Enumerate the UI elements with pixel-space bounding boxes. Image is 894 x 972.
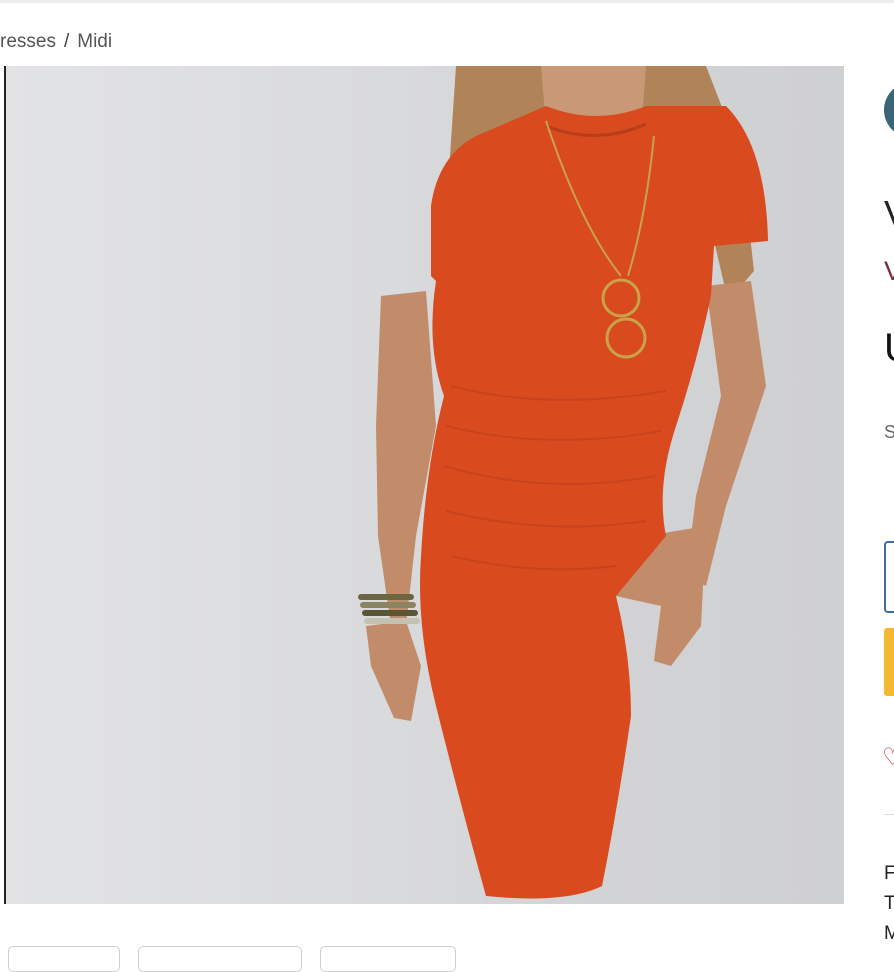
- brand-logo-circle[interactable]: [884, 82, 894, 138]
- dress-illustration: [358, 66, 768, 899]
- breadcrumb-separator: /: [63, 31, 70, 52]
- description-line-3: M: [884, 923, 894, 944]
- thumbnail-1[interactable]: [8, 946, 120, 972]
- thumbnail-3[interactable]: [320, 946, 456, 972]
- breadcrumb: resses / Midi: [0, 31, 112, 53]
- left-hand: [366, 621, 421, 721]
- description-line-2: T: [884, 893, 894, 914]
- add-to-cart-button[interactable]: [884, 628, 894, 696]
- breadcrumb-midi: Midi: [77, 31, 113, 52]
- top-border: [0, 0, 894, 3]
- divider: [884, 814, 894, 815]
- product-info-panel: V V U S ♡ F T M: [842, 0, 894, 960]
- product-price: U: [884, 326, 894, 371]
- description-line-1: F: [884, 863, 894, 884]
- size-select[interactable]: [884, 541, 894, 613]
- breadcrumb-dresses[interactable]: resses: [0, 31, 56, 52]
- product-main-image[interactable]: [4, 66, 844, 904]
- heart-icon[interactable]: ♡: [882, 746, 894, 770]
- product-subtitle: V: [884, 256, 894, 286]
- product-title: V: [884, 193, 894, 235]
- thumbnail-2[interactable]: [138, 946, 302, 972]
- size-label: S: [884, 422, 894, 442]
